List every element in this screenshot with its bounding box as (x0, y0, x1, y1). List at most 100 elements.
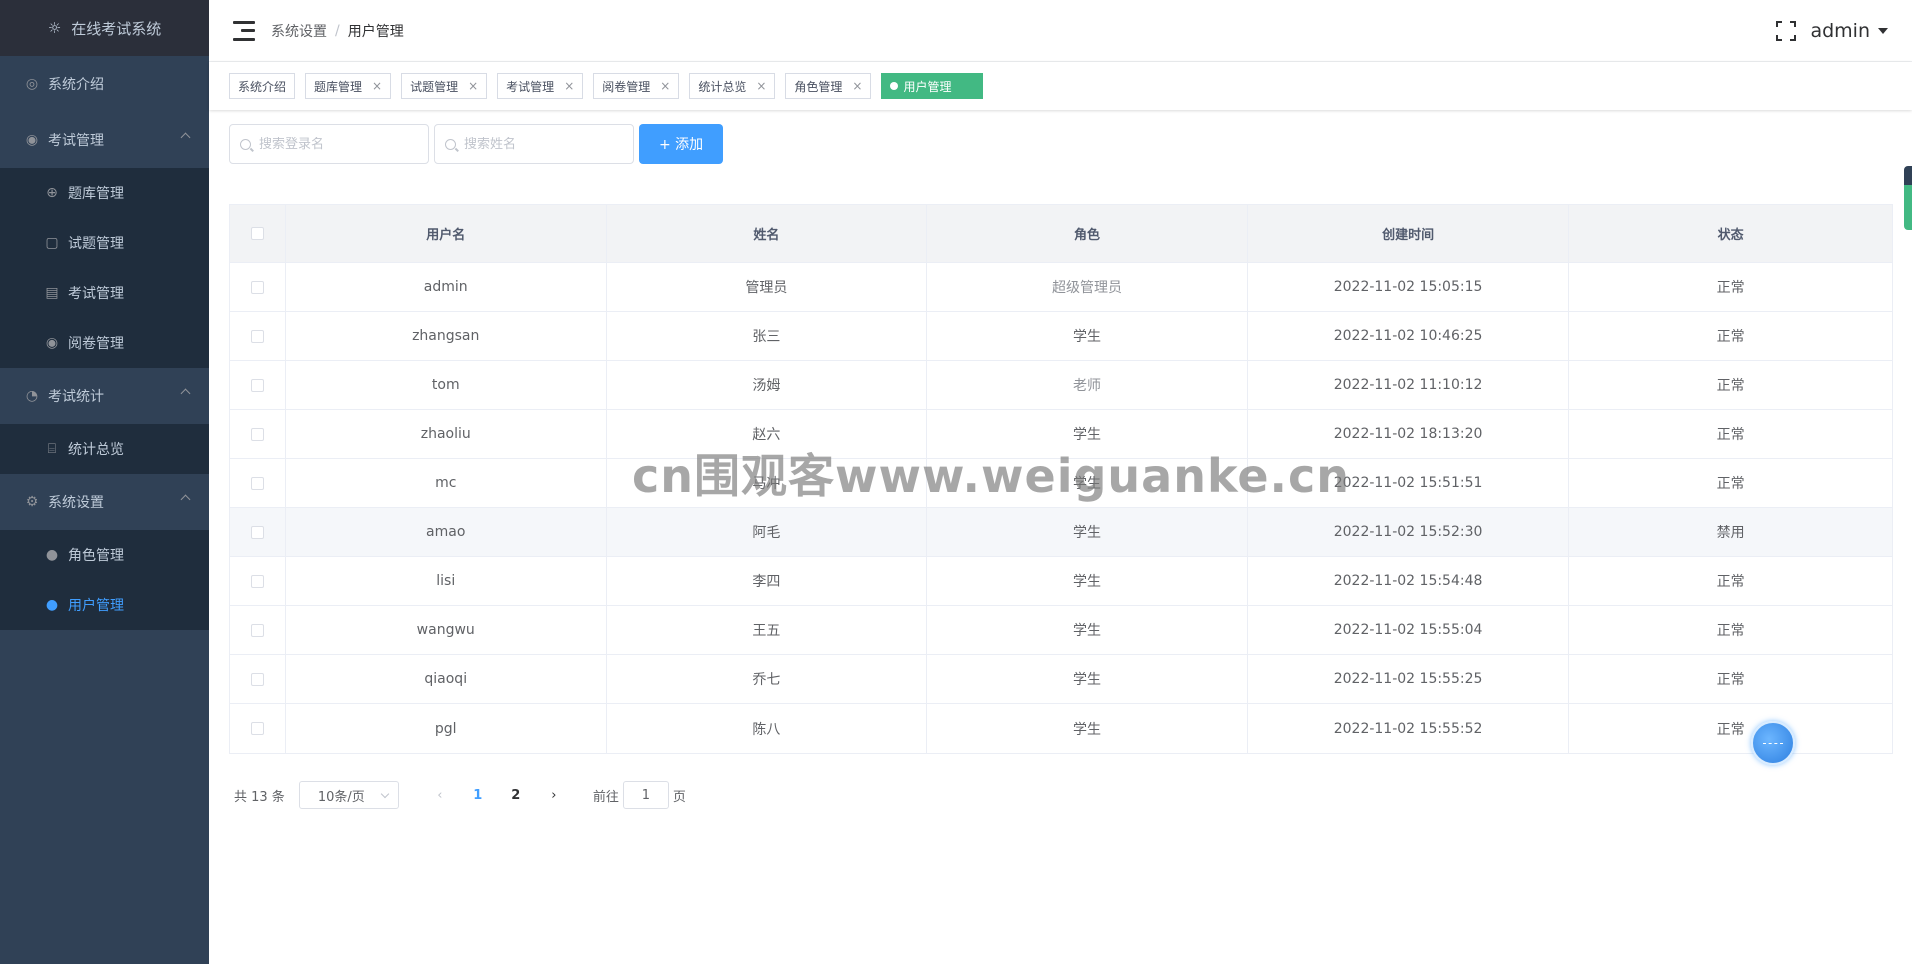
name-cell: 王五 (607, 606, 928, 654)
tag-stats-overview[interactable]: 统计总览 × (689, 73, 776, 99)
sidebar-item-system-settings[interactable]: ⚙ 系统设置 (0, 474, 209, 530)
row-checkbox[interactable] (250, 574, 264, 588)
chevron-up-icon (180, 132, 191, 143)
tag-intro[interactable]: 系统介绍 (229, 73, 296, 99)
status-cell: 正常 (1716, 476, 1745, 492)
row-select-cell (230, 263, 286, 311)
table-row[interactable]: wangwu 王五 学生 2022-11-02 15:55:04 正常 (230, 606, 1892, 655)
name-cell: 赵六 (607, 410, 928, 458)
row-checkbox[interactable] (250, 378, 264, 392)
column-header: 创建时间 (1248, 205, 1570, 262)
row-checkbox[interactable] (250, 525, 264, 539)
table-row[interactable]: tom 汤姆 老师 2022-11-02 11:10:12 正常 (230, 361, 1892, 410)
sidebar-item-role-management[interactable]: ● 角色管理 (0, 530, 209, 580)
name-search-input[interactable] (464, 136, 624, 152)
created-at-cell: 2022-11-02 11:10:12 (1248, 361, 1570, 409)
row-checkbox[interactable] (250, 280, 264, 294)
table-row[interactable]: amao 阿毛 学生 2022-11-02 15:52:30 禁用 (230, 508, 1892, 557)
page-number[interactable]: 1 (459, 788, 497, 803)
tag-exam-management[interactable]: 考试管理 × (497, 73, 584, 99)
row-checkbox[interactable] (250, 722, 264, 735)
sidebar-item-intro[interactable]: ◎ 系统介绍 (0, 56, 209, 112)
total-count: 共 13 条 (234, 789, 285, 805)
status-cell: 禁用 (1716, 525, 1745, 541)
table-row[interactable]: zhaoliu 赵六 学生 2022-11-02 18:13:20 正常 (230, 410, 1892, 459)
table-row[interactable]: qiaoqi 乔七 学生 2022-11-02 15:55:25 正常 (230, 655, 1892, 704)
role-cell: 老师 (927, 361, 1248, 409)
status-cell: 正常 (1716, 329, 1745, 345)
page-jumper: 前往 页 (593, 781, 686, 809)
close-icon[interactable]: × (564, 79, 574, 93)
close-icon[interactable]: × (756, 79, 766, 93)
created-at-cell: 2022-11-02 15:51:51 (1248, 459, 1570, 507)
tag-question-bank[interactable]: 题库管理 × (305, 73, 392, 99)
column-header: 状态 (1717, 228, 1744, 243)
prev-page-icon[interactable]: ‹ (421, 788, 459, 803)
add-button[interactable]: + 添加 (639, 124, 724, 164)
sidebar-item-user-management[interactable]: ● 用户管理 (0, 580, 209, 630)
role-cell: 学生 (927, 459, 1248, 507)
status-cell: 正常 (1716, 721, 1745, 738)
status-cell: 正常 (1716, 427, 1745, 443)
fullscreen-icon[interactable] (1776, 21, 1797, 41)
login-search-input[interactable] (259, 136, 419, 152)
breadcrumb-separator: / (335, 22, 340, 39)
logo[interactable]: ☼ 在线考试系统 (0, 0, 209, 56)
username-cell: zhaoliu (286, 410, 607, 458)
created-at-cell: 2022-11-02 15:55:04 (1248, 606, 1570, 654)
status-cell: 正常 (1716, 672, 1745, 688)
role-cell: 超级管理员 (927, 263, 1248, 311)
row-checkbox[interactable] (250, 623, 264, 637)
tag-role-management[interactable]: 角色管理 × (785, 73, 872, 99)
page-jump-input[interactable] (622, 781, 669, 809)
search-icon (445, 138, 456, 150)
scroll-indicator[interactable] (1904, 166, 1912, 230)
navbar-right: admin (1776, 0, 1888, 62)
page-number[interactable]: 2 (497, 788, 535, 803)
name-cell: 陈八 (607, 704, 928, 753)
table-row[interactable]: mc 马冲 学生 2022-11-02 15:51:51 正常 (230, 459, 1892, 508)
caret-down-icon (1878, 28, 1888, 34)
page-size-select[interactable]: 10条/页 (298, 781, 399, 809)
target-icon: ⊕ (46, 185, 58, 201)
table-row[interactable]: zhangsan 张三 学生 2022-11-02 10:46:25 正常 (230, 312, 1892, 361)
select-all-checkbox[interactable] (250, 227, 264, 240)
filter-bar: + 添加 (229, 124, 724, 164)
chevron-down-icon (380, 789, 390, 799)
row-checkbox[interactable] (250, 476, 264, 490)
tag-grading[interactable]: 阅卷管理 × (593, 73, 680, 99)
row-select-cell (230, 361, 286, 409)
sidebar-item-question-management[interactable]: ▢ 试题管理 (0, 218, 209, 268)
sidebar-item-exam-list[interactable]: ▤ 考试管理 (0, 268, 209, 318)
table-row[interactable]: lisi 李四 学生 2022-11-02 15:54:48 正常 (230, 557, 1892, 606)
status-cell: 正常 (1716, 574, 1745, 590)
user-dropdown[interactable]: admin (1810, 20, 1888, 42)
sidebar-item-exam-stats[interactable]: ◔ 考试统计 (0, 368, 209, 424)
name-cell: 马冲 (607, 459, 928, 507)
sidebar-item-grading[interactable]: ◉ 阅卷管理 (0, 318, 209, 368)
tag-question-management[interactable]: 试题管理 × (401, 73, 488, 99)
pie-chart-icon: ◔ (25, 388, 39, 404)
row-checkbox[interactable] (250, 329, 264, 343)
sidebar-item-question-bank[interactable]: ⊕ 题库管理 (0, 168, 209, 218)
close-icon[interactable]: × (468, 79, 478, 93)
name-cell: 阿毛 (607, 508, 928, 556)
close-icon[interactable]: × (852, 79, 862, 93)
table-row[interactable]: pgl 陈八 学生 2022-11-02 15:55:52 正常 (230, 704, 1892, 753)
breadcrumb-item[interactable]: 系统设置 (271, 21, 327, 41)
row-checkbox[interactable] (250, 427, 264, 441)
next-page-icon[interactable]: › (535, 788, 573, 803)
table-row[interactable]: admin 管理员 超级管理员 2022-11-02 15:05:15 正常 (230, 263, 1892, 312)
hamburger-icon[interactable] (233, 20, 255, 41)
row-select-cell (230, 655, 286, 703)
sidebar-item-exam-management[interactable]: ◉ 考试管理 (0, 112, 209, 168)
close-icon[interactable]: × (372, 79, 382, 93)
sidebar-item-stats-overview[interactable]: ⌸ 统计总览 (0, 424, 209, 474)
created-at-cell: 2022-11-02 18:13:20 (1248, 410, 1570, 458)
close-icon[interactable]: × (660, 79, 670, 93)
tag-user-management[interactable]: 用户管理 (881, 73, 984, 99)
status-cell: 正常 (1716, 623, 1745, 639)
user-icon: ● (45, 547, 59, 563)
floating-action-button[interactable] (1751, 721, 1795, 765)
row-checkbox[interactable] (250, 672, 264, 686)
